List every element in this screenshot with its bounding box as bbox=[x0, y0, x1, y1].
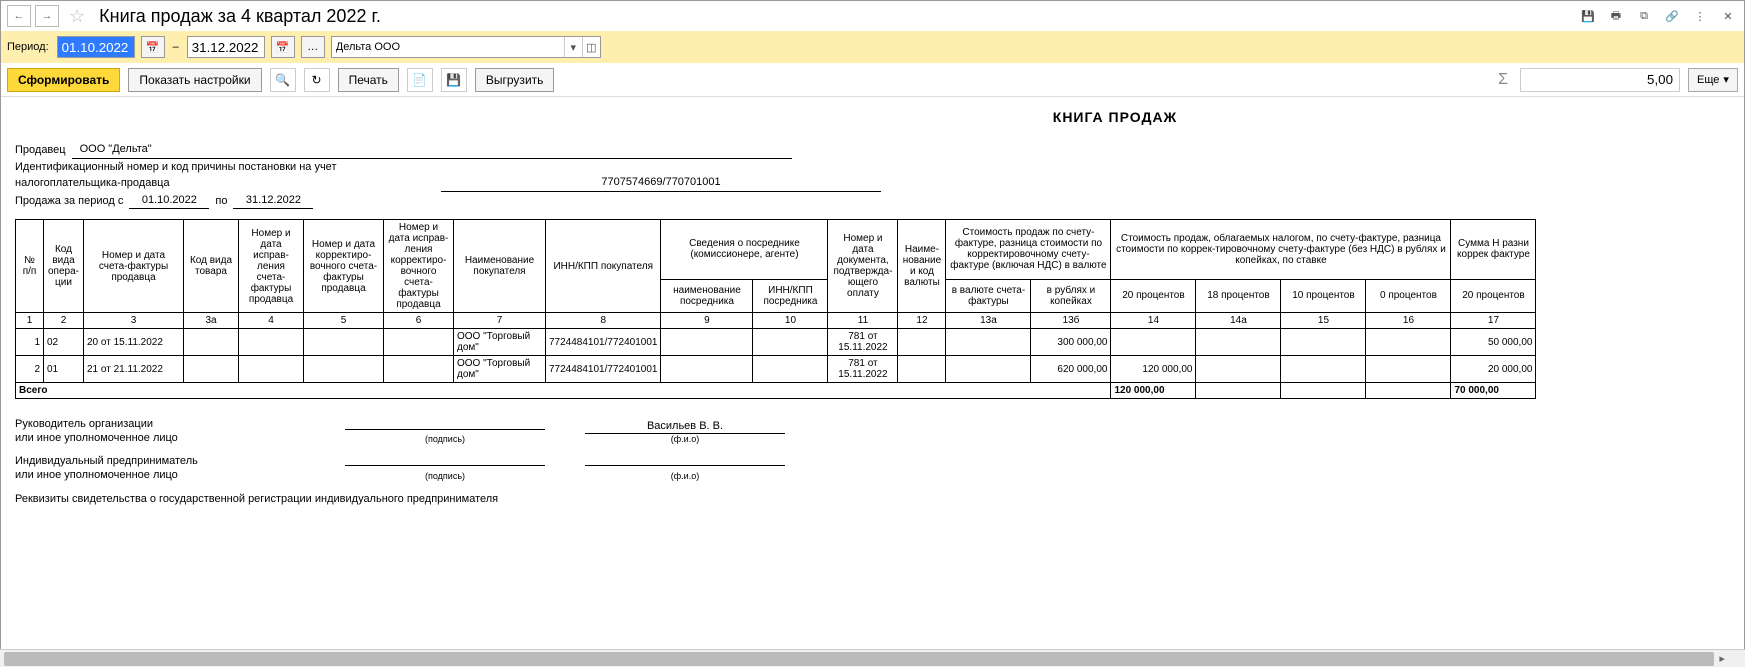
ip-label: Индивидуальный предприниматель или иное … bbox=[15, 454, 335, 483]
req-label: Реквизиты свидетельства о государственно… bbox=[15, 492, 1730, 506]
th-opcode: Код вида опера-ции bbox=[44, 220, 84, 313]
print-button[interactable]: Печать bbox=[338, 68, 399, 92]
export-button[interactable]: Выгрузить bbox=[475, 68, 555, 92]
th-val-rub: в рублях и копейках bbox=[1031, 279, 1111, 312]
seller-label: Продавец bbox=[15, 142, 66, 159]
organization-field[interactable]: ▾ ◫ bbox=[331, 36, 601, 58]
chevron-down-icon: ▾ bbox=[1723, 73, 1729, 86]
link-icon[interactable]: 🔗 bbox=[1662, 6, 1682, 26]
popout-icon[interactable]: ◫ bbox=[582, 37, 600, 57]
horizontal-scrollbar[interactable]: ▸ bbox=[0, 649, 1745, 667]
director-name: Васильев В. В. bbox=[585, 419, 785, 434]
window-title: Книга продаж за 4 квартал 2022 г. bbox=[95, 6, 381, 27]
diskette-icon[interactable]: 💾 bbox=[441, 68, 467, 92]
preview-icon[interactable]: ⧉ bbox=[1634, 6, 1654, 26]
th-goodcode: Код вида товара bbox=[184, 220, 239, 313]
period-bar: Период: 📅 – 📅 … ▾ ◫ bbox=[1, 31, 1744, 63]
th-correction: Номер и дата исправ-ления счета-фактуры … bbox=[239, 220, 304, 313]
th-num: № п/п bbox=[16, 220, 44, 313]
th-intermediary-group: Сведения о посреднике (комиссионере, аге… bbox=[661, 220, 828, 280]
th-18p: 18 процентов bbox=[1196, 279, 1281, 312]
report-title: КНИГА ПРОДАЖ bbox=[1015, 109, 1215, 125]
th-intermediary-inn: ИНН/КПП посредника bbox=[753, 279, 828, 312]
scrollbar-thumb[interactable] bbox=[4, 652, 1714, 666]
calendar-to-button[interactable]: 📅 bbox=[271, 36, 295, 58]
nav-back-button[interactable]: ← bbox=[7, 5, 31, 27]
th-val-currency: в валюте счета-фактуры bbox=[946, 279, 1031, 312]
period-label: Период: bbox=[7, 41, 51, 53]
show-settings-button[interactable]: Показать настройки bbox=[128, 68, 261, 92]
th-buyer-inn: ИНН/КПП покупателя bbox=[546, 220, 661, 313]
save-icon[interactable]: 💾 bbox=[1578, 6, 1598, 26]
toolbar: Сформировать Показать настройки 🔍 ↻ Печа… bbox=[1, 63, 1744, 97]
th-correct-fix: Номер и дата исправ-ления корректиро-воч… bbox=[384, 220, 454, 313]
kebab-icon[interactable]: ⋮ bbox=[1690, 6, 1710, 26]
inn-label: Идентификационный номер и код причины по… bbox=[15, 159, 435, 192]
period-from-text: 01.10.2022 bbox=[129, 192, 209, 210]
seller-name: ООО "Дельта" bbox=[72, 141, 792, 159]
table-row: 2 01 21 от 21.11.2022 ООО "Торговый дом"… bbox=[16, 356, 1536, 383]
print-preview-icon[interactable]: 📄 bbox=[407, 68, 433, 92]
period-select-button[interactable]: … bbox=[301, 36, 325, 58]
th-vat-group: Сумма Н разни коррек фактуре bbox=[1451, 220, 1536, 280]
refresh-icon[interactable]: ↻ bbox=[304, 68, 330, 92]
favorite-star-icon[interactable]: ☆ bbox=[63, 6, 91, 27]
period-mid-label: по bbox=[215, 193, 227, 210]
report-area: КНИГА ПРОДАЖ Продавец ООО "Дельта" Идент… bbox=[1, 97, 1744, 648]
find-icon[interactable]: 🔍 bbox=[270, 68, 296, 92]
sum-input[interactable] bbox=[1520, 68, 1680, 92]
preamble: Продавец ООО "Дельта" Идентификационный … bbox=[15, 141, 1730, 209]
more-button[interactable]: Еще▾ bbox=[1688, 68, 1738, 92]
th-invoice: Номер и дата счета-фактуры продавца bbox=[84, 220, 184, 313]
scroll-right-arrow[interactable]: ▸ bbox=[1714, 652, 1730, 665]
th-paydoc: Номер и дата документа, подтвержда-ющего… bbox=[828, 220, 898, 313]
period-to-input[interactable] bbox=[187, 36, 265, 58]
th-currency: Наиме-нование и код валюты bbox=[898, 220, 946, 313]
th-vat20: 20 процентов bbox=[1451, 279, 1536, 312]
calendar-from-button[interactable]: 📅 bbox=[141, 36, 165, 58]
organization-input[interactable] bbox=[332, 41, 564, 53]
period-from-input[interactable] bbox=[57, 36, 135, 58]
form-button[interactable]: Сформировать bbox=[7, 68, 120, 92]
inn-value: 7707574669/770701001 bbox=[441, 174, 881, 192]
sigma-icon: Σ bbox=[1494, 71, 1512, 89]
th-correct-invoice: Номер и дата корректиро-вочного счета-фа… bbox=[304, 220, 384, 313]
period-to-text: 31.12.2022 bbox=[233, 192, 313, 210]
period-left-label: Продажа за период с bbox=[15, 193, 123, 210]
th-buyer: Наименование покупателя bbox=[454, 220, 546, 313]
th-intermediary-name: наименование посредника bbox=[661, 279, 753, 312]
th-10p: 10 процентов bbox=[1281, 279, 1366, 312]
nav-forward-button[interactable]: → bbox=[35, 5, 59, 27]
th-cost-group: Стоимость продаж по счету-фактуре, разни… bbox=[946, 220, 1111, 280]
th-taxable-group: Стоимость продаж, облагаемых налогом, по… bbox=[1111, 220, 1451, 280]
th-20p: 20 процентов bbox=[1111, 279, 1196, 312]
print-icon[interactable]: 🖶 bbox=[1606, 6, 1626, 26]
titlebar: ← → ☆ Книга продаж за 4 квартал 2022 г. … bbox=[1, 1, 1744, 31]
dropdown-icon[interactable]: ▾ bbox=[564, 37, 582, 57]
close-icon[interactable]: ✕ bbox=[1718, 6, 1738, 26]
table-row: 1 02 20 от 15.11.2022 ООО "Торговый дом"… bbox=[16, 329, 1536, 356]
sales-book-table: № п/п Код вида опера-ции Номер и дата сч… bbox=[15, 219, 1536, 399]
head-label: Руководитель организации или иное уполно… bbox=[15, 417, 335, 446]
signatures-block: Руководитель организации или иное уполно… bbox=[15, 417, 1730, 506]
th-0p: 0 процентов bbox=[1366, 279, 1451, 312]
total-row: Всего 120 000,00 70 000,00 bbox=[16, 383, 1536, 399]
